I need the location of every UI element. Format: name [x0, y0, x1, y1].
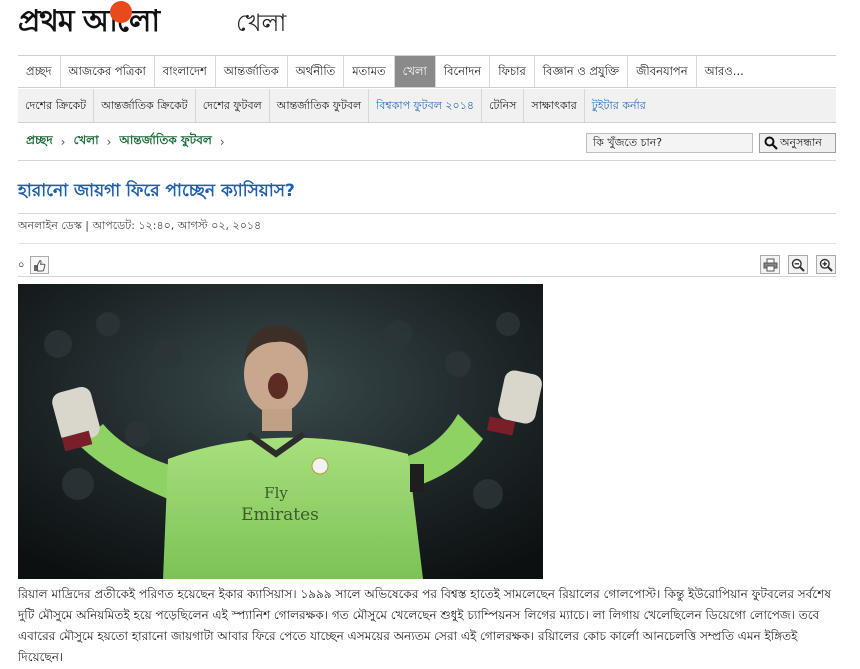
- sub-nav-interview[interactable]: সাক্ষাৎকার: [524, 89, 585, 122]
- main-nav-international[interactable]: আন্তর্জাতিক: [216, 56, 288, 87]
- thumbs-up-icon: [34, 259, 46, 271]
- site-logo[interactable]: প্রথম আলো: [18, 4, 160, 40]
- divider: [18, 160, 836, 161]
- zoom-out-icon: [791, 258, 805, 272]
- article-body: রিয়াল মাদ্রিদের প্রতীকেই পরিণত হয়েছেন …: [18, 587, 831, 664]
- masthead: প্রথম আলো খেলা: [18, 0, 848, 52]
- photo-sponsor-text: Emirates: [241, 505, 319, 525]
- sub-nav-local-cricket[interactable]: দেশের ক্রিকেট: [18, 89, 95, 122]
- breadcrumb-separator-icon: ›: [219, 135, 225, 149]
- sub-nav-intl-football[interactable]: আন্তর্জাতিক ফুটবল: [270, 89, 370, 122]
- like-button[interactable]: [30, 256, 49, 274]
- main-nav-sports[interactable]: খেলা: [394, 56, 436, 87]
- sub-nav-intl-cricket[interactable]: আন্তর্জাতিক ক্রিকেট: [94, 89, 196, 122]
- main-nav-more[interactable]: আরও...: [697, 56, 752, 87]
- sub-nav-twitter-corner[interactable]: টুইটার কর্নার: [585, 89, 653, 122]
- article-meta: অনলাইন ডেস্ক | আপডেট: ১২:৪০, আগস্ট ০২, ২…: [18, 219, 262, 232]
- breadcrumb: প্রচ্ছদ › খেলা › আন্তর্জাতিক ফুটবল ›: [26, 132, 233, 152]
- like-count: ০: [18, 260, 25, 271]
- photo-brand-text: Fly: [264, 484, 288, 502]
- search-button-label: অনুসন্ধান: [780, 136, 822, 149]
- main-nav-opinion[interactable]: মতামত: [344, 56, 395, 87]
- zoom-out-button[interactable]: [788, 255, 808, 274]
- zoom-in-icon: [819, 258, 833, 272]
- sub-nav-tennis[interactable]: টেনিস: [482, 89, 525, 122]
- main-nav-economy[interactable]: অর্থনীতি: [288, 56, 345, 87]
- main-nav-lifestyle[interactable]: জীবনযাপন: [628, 56, 697, 87]
- print-icon: [763, 258, 777, 271]
- breadcrumb-intl-football[interactable]: আন্তর্জাতিক ফুটবল: [119, 132, 211, 152]
- main-nav-entertainment[interactable]: বিনোদন: [436, 56, 491, 87]
- divider: [18, 276, 836, 277]
- breadcrumb-sports[interactable]: খেলা: [73, 132, 98, 152]
- search-input[interactable]: কি খুঁজতে চান?: [586, 133, 753, 153]
- breadcrumb-separator-icon: ›: [60, 135, 66, 149]
- search-button[interactable]: অনুসন্ধান: [759, 133, 836, 153]
- section-title[interactable]: খেলা: [236, 8, 286, 38]
- main-nav-todays-paper[interactable]: আজকের পত্রিকা: [61, 56, 155, 87]
- divider: [18, 243, 836, 244]
- print-button[interactable]: [760, 255, 780, 274]
- breadcrumb-home[interactable]: প্রচ্ছদ: [26, 132, 53, 152]
- main-nav-science-tech[interactable]: বিজ্ঞান ও প্রযুক্তি: [535, 56, 629, 87]
- logo-sun-mark: [110, 1, 132, 23]
- sub-nav: দেশের ক্রিকেট আন্তর্জাতিক ক্রিকেট দেশের …: [18, 89, 836, 123]
- divider: [18, 213, 836, 214]
- article-photo: Fly Emirates: [18, 284, 543, 579]
- sub-nav-world-cup[interactable]: বিশ্বকাপ ফুটবল ২০১৪: [369, 89, 482, 122]
- breadcrumb-separator-icon: ›: [106, 135, 112, 149]
- sub-nav-local-football[interactable]: দেশের ফুটবল: [196, 89, 270, 122]
- main-nav: প্রচ্ছদ আজকের পত্রিকা বাংলাদেশ আন্তর্জাত…: [18, 55, 836, 88]
- magnifier-icon: [764, 136, 778, 150]
- main-nav-bangladesh[interactable]: বাংলাদেশ: [155, 56, 216, 87]
- goalkeeper-celebration-photo: Fly Emirates: [18, 284, 543, 579]
- zoom-in-button[interactable]: [816, 255, 836, 274]
- article-headline: হারানো জায়গা ফিরে পাচ্ছেন ক্যাসিয়াস?: [18, 181, 295, 201]
- main-nav-home[interactable]: প্রচ্ছদ: [18, 56, 61, 87]
- main-nav-feature[interactable]: ফিচার: [490, 56, 535, 87]
